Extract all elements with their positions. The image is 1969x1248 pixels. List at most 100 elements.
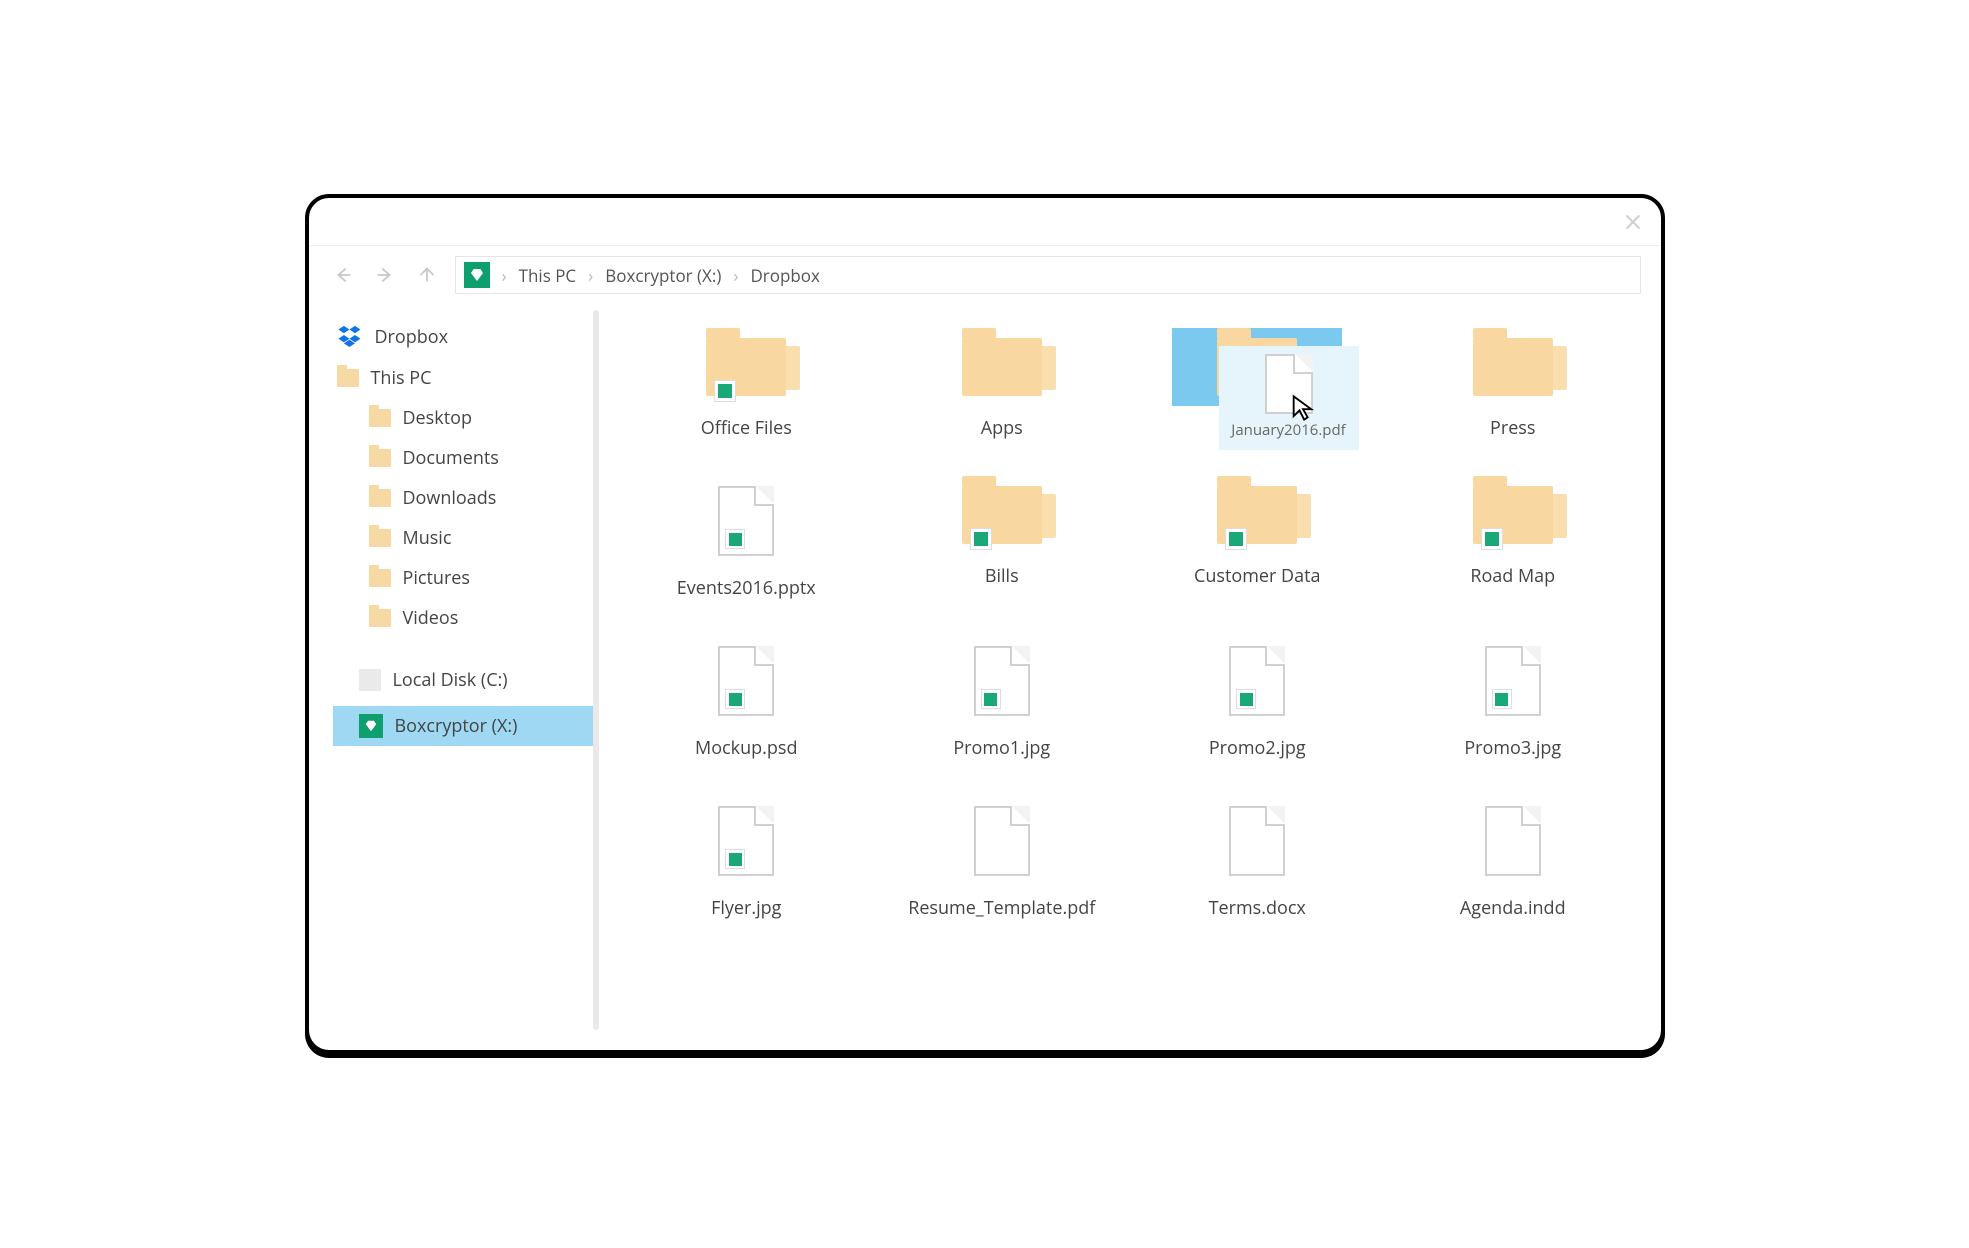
sidebar-item-this-pc[interactable]: This PC [333, 358, 599, 398]
icon-wrap [661, 796, 831, 886]
icon-wrap [917, 476, 1087, 554]
encrypted-badge-icon [1225, 380, 1247, 402]
encrypted-badge-icon [1481, 528, 1503, 550]
sidebar-item-label: Dropbox [375, 325, 449, 349]
file-item[interactable]: Promo1.jpg [884, 636, 1120, 760]
sidebar-item[interactable]: Downloads [333, 478, 599, 518]
sidebar-item-label: Boxcryptor (X:) [395, 714, 518, 738]
icon-wrap [917, 328, 1087, 406]
dropbox-icon [337, 324, 363, 350]
content-area: Office Files Apps Stuff Press Events2016.ppt… [599, 304, 1661, 1050]
sidebar: Dropbox This PC Desktop Documents Downlo… [309, 304, 599, 1050]
folder-item[interactable]: Apps [884, 328, 1120, 440]
file-item[interactable]: Agenda.indd [1395, 796, 1631, 920]
sidebar-item-label: Downloads [403, 486, 497, 510]
breadcrumb-segment[interactable]: Dropbox [750, 264, 819, 287]
icon-wrap [1428, 636, 1598, 726]
file-item[interactable]: Resume_Template.pdf [884, 796, 1120, 920]
boxcryptor-icon [359, 714, 383, 738]
item-label: Promo3.jpg [1464, 736, 1561, 760]
sidebar-item[interactable]: Documents [333, 438, 599, 478]
folder-icon [369, 609, 391, 627]
icon-wrap [661, 476, 831, 566]
folder-icon [962, 338, 1042, 396]
encrypted-badge-icon [981, 689, 1001, 709]
icon-wrap [917, 796, 1087, 886]
body: Dropbox This PC Desktop Documents Downlo… [309, 304, 1661, 1050]
file-icon [718, 486, 774, 556]
encrypted-badge-icon [970, 528, 992, 550]
file-item[interactable]: Events2016.pptx [629, 476, 865, 600]
item-label: Agenda.indd [1460, 896, 1566, 920]
folder-icon [706, 338, 786, 396]
file-icon [1485, 806, 1541, 876]
file-icon [1229, 646, 1285, 716]
breadcrumb[interactable]: › This PC › Boxcryptor (X:) › Dropbox [455, 256, 1641, 294]
boxcryptor-icon [464, 262, 490, 288]
folder-icon [337, 369, 359, 387]
encrypted-badge-icon [714, 380, 736, 402]
file-icon [1485, 646, 1541, 716]
folder-icon [1473, 486, 1553, 544]
encrypted-badge-icon [1236, 689, 1256, 709]
chevron-right-icon: › [582, 264, 599, 287]
file-item[interactable]: Promo3.jpg [1395, 636, 1631, 760]
item-label: Bills [985, 564, 1019, 588]
folder-item[interactable]: Customer Data [1140, 476, 1376, 600]
item-label: Apps [981, 416, 1023, 440]
folder-icon [1473, 338, 1553, 396]
folder-icon [369, 449, 391, 467]
sidebar-item-boxcryptor-drive[interactable]: Boxcryptor (X:) [333, 706, 599, 746]
item-label: Press [1490, 416, 1535, 440]
folder-item[interactable]: Office Files [629, 328, 865, 440]
sidebar-item[interactable]: Music [333, 518, 599, 558]
back-button[interactable] [329, 261, 357, 289]
drive-icon [359, 669, 381, 691]
encrypted-badge-icon [1225, 528, 1247, 550]
breadcrumb-segment[interactable]: This PC [519, 264, 577, 287]
item-label: Stuff [1238, 416, 1277, 440]
icon-wrap [1428, 328, 1598, 406]
sidebar-item-local-drive[interactable]: Local Disk (C:) [333, 660, 599, 700]
sidebar-item[interactable]: Desktop [333, 398, 599, 438]
icon-wrap [661, 636, 831, 726]
explorer-window: › This PC › Boxcryptor (X:) › Dropbox Dr… [305, 194, 1665, 1054]
file-item[interactable]: Terms.docx [1140, 796, 1376, 920]
folder-icon [1217, 486, 1297, 544]
nav-bar: › This PC › Boxcryptor (X:) › Dropbox [309, 246, 1661, 304]
chevron-right-icon: › [727, 264, 744, 287]
sidebar-item[interactable]: Videos [333, 598, 599, 638]
sidebar-item-label: Music [403, 526, 452, 550]
icon-wrap [1172, 796, 1342, 886]
sidebar-item[interactable]: Pictures [333, 558, 599, 598]
item-label: Resume_Template.pdf [908, 896, 1095, 920]
up-button[interactable] [413, 261, 441, 289]
close-button[interactable] [1623, 212, 1643, 232]
breadcrumb-segment[interactable]: Boxcryptor (X:) [605, 264, 721, 287]
item-label: Promo2.jpg [1209, 736, 1306, 760]
file-icon [974, 646, 1030, 716]
folder-item[interactable]: Press [1395, 328, 1631, 440]
item-label: Office Files [701, 416, 792, 440]
file-icon [1229, 806, 1285, 876]
forward-button[interactable] [371, 261, 399, 289]
sidebar-item-dropbox[interactable]: Dropbox [333, 316, 599, 358]
icon-wrap [1172, 476, 1342, 554]
icon-wrap [661, 328, 831, 406]
sidebar-item-label: Pictures [403, 566, 471, 590]
file-icon [718, 806, 774, 876]
encrypted-badge-icon [1492, 689, 1512, 709]
folder-item[interactable]: Bills [884, 476, 1120, 600]
sidebar-item-label: Desktop [403, 406, 472, 430]
item-label: Flyer.jpg [711, 896, 781, 920]
file-item[interactable]: Mockup.psd [629, 636, 865, 760]
folder-icon [369, 529, 391, 547]
folder-item[interactable]: Road Map [1395, 476, 1631, 600]
item-label: Promo1.jpg [953, 736, 1050, 760]
sidebar-item-label: This PC [371, 366, 432, 390]
item-label: Customer Data [1194, 564, 1320, 588]
folder-item[interactable]: Stuff [1140, 328, 1376, 440]
file-item[interactable]: Flyer.jpg [629, 796, 865, 920]
file-item[interactable]: Promo2.jpg [1140, 636, 1376, 760]
encrypted-badge-icon [725, 689, 745, 709]
